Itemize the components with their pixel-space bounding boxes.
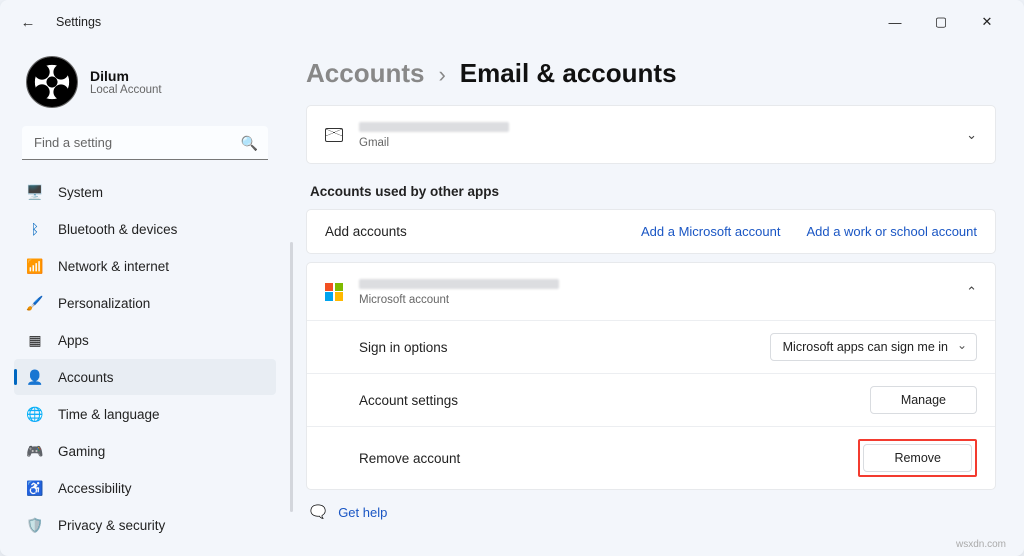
- nav-bluetooth[interactable]: ᛒ Bluetooth & devices: [14, 211, 276, 247]
- nav-label: Bluetooth & devices: [58, 222, 177, 237]
- nav-system[interactable]: 🖥️ System: [14, 174, 276, 210]
- account-settings-row: Account settings Manage: [307, 373, 995, 426]
- add-accounts-label: Add accounts: [325, 224, 407, 239]
- grid-icon: ▦: [26, 332, 44, 349]
- ms-account-card: Microsoft account ⌃ Sign in options Micr…: [306, 262, 996, 490]
- remove-label: Remove account: [359, 451, 460, 466]
- add-ms-account-link[interactable]: Add a Microsoft account: [641, 224, 780, 239]
- ms-account-header[interactable]: Microsoft account ⌃: [307, 263, 995, 320]
- avatar: [26, 56, 78, 108]
- chevron-down-icon: ⌄: [966, 127, 977, 143]
- main-panel: Accounts › Email & accounts Gmail ⌄ Acco…: [290, 44, 1024, 556]
- settings-label: Account settings: [359, 393, 458, 408]
- profile-block[interactable]: Dilum Local Account: [14, 52, 276, 122]
- maximize-button[interactable]: ▢: [918, 6, 964, 38]
- content: Dilum Local Account 🔍 🖥️ System ᛒ Bluetoot…: [0, 44, 1024, 556]
- remove-account-row: Remove account Remove: [307, 426, 995, 489]
- help-link[interactable]: Get help: [338, 505, 387, 520]
- chevron-up-icon: ⌃: [966, 284, 977, 300]
- signin-label: Sign in options: [359, 340, 448, 355]
- gmail-text: Gmail: [359, 120, 509, 149]
- nav-apps[interactable]: ▦ Apps: [14, 322, 276, 358]
- profile-text: Dilum Local Account: [90, 68, 162, 96]
- titlebar: ← Settings — ▢ ✕: [0, 0, 1024, 44]
- globe-icon: 🌐: [26, 406, 44, 423]
- ms-provider: Microsoft account: [359, 294, 559, 306]
- minimize-button[interactable]: —: [872, 6, 918, 38]
- manage-button[interactable]: Manage: [870, 386, 977, 414]
- nav-accounts[interactable]: 👤 Accounts: [14, 359, 276, 395]
- breadcrumb-parent[interactable]: Accounts: [306, 58, 424, 89]
- nav-label: Time & language: [58, 407, 160, 422]
- gamepad-icon: 🎮: [26, 443, 44, 460]
- breadcrumb-current: Email & accounts: [460, 58, 677, 89]
- mail-icon: [325, 128, 343, 142]
- nav-gaming[interactable]: 🎮 Gaming: [14, 433, 276, 469]
- search-icon: 🔍: [241, 135, 258, 152]
- watermark: wsxdn.com: [956, 539, 1006, 550]
- nav-personalization[interactable]: 🖌️ Personalization: [14, 285, 276, 321]
- help-row[interactable]: 🗨️ Get help: [310, 504, 996, 520]
- nav-accessibility[interactable]: ♿ Accessibility: [14, 470, 276, 506]
- nav-label: Accessibility: [58, 481, 132, 496]
- add-work-account-link[interactable]: Add a work or school account: [806, 224, 977, 239]
- section-other-apps: Accounts used by other apps: [310, 184, 996, 199]
- system-icon: 🖥️: [26, 184, 44, 201]
- breadcrumb: Accounts › Email & accounts: [306, 58, 996, 89]
- signin-options-row: Sign in options Microsoft apps can sign …: [307, 320, 995, 373]
- back-button[interactable]: ←: [14, 8, 42, 36]
- nav-label: Personalization: [58, 296, 150, 311]
- profile-name: Dilum: [90, 68, 162, 84]
- sidebar: Dilum Local Account 🔍 🖥️ System ᛒ Bluetoot…: [0, 44, 290, 556]
- remove-highlight: Remove: [858, 439, 977, 477]
- scroll-divider: [290, 242, 293, 512]
- close-button[interactable]: ✕: [964, 6, 1010, 38]
- profile-sub: Local Account: [90, 84, 162, 96]
- nav: 🖥️ System ᛒ Bluetooth & devices 📶 Network &…: [14, 174, 276, 543]
- accessibility-icon: ♿: [26, 480, 44, 497]
- nav-network[interactable]: 📶 Network & internet: [14, 248, 276, 284]
- wifi-icon: 📶: [26, 258, 44, 275]
- window-title: Settings: [56, 15, 101, 29]
- nav-privacy[interactable]: 🛡️ Privacy & security: [14, 507, 276, 543]
- signin-dropdown[interactable]: Microsoft apps can sign me in: [770, 333, 977, 361]
- ms-email-blurred: [359, 279, 559, 289]
- nav-label: Accounts: [58, 370, 114, 385]
- remove-button[interactable]: Remove: [863, 444, 972, 472]
- ms-account-text: Microsoft account: [359, 277, 559, 306]
- help-icon: 🗨️: [310, 504, 326, 520]
- shield-icon: 🛡️: [26, 517, 44, 534]
- bluetooth-icon: ᛒ: [26, 221, 44, 237]
- nav-label: Apps: [58, 333, 89, 348]
- settings-window: ← Settings — ▢ ✕ Dilum Local Account 🔍 🖥…: [0, 0, 1024, 556]
- person-icon: 👤: [26, 369, 44, 386]
- gmail-account-card[interactable]: Gmail ⌄: [306, 105, 996, 164]
- chevron-right-icon: ›: [438, 62, 445, 88]
- add-accounts-card: Add accounts Add a Microsoft account Add…: [306, 209, 996, 254]
- nav-label: Network & internet: [58, 259, 169, 274]
- gmail-email-blurred: [359, 122, 509, 132]
- nav-label: System: [58, 185, 103, 200]
- search-box[interactable]: 🔍: [22, 126, 268, 160]
- brush-icon: 🖌️: [26, 295, 44, 312]
- signin-value: Microsoft apps can sign me in: [783, 340, 948, 354]
- search-input[interactable]: [22, 126, 268, 160]
- nav-label: Privacy & security: [58, 518, 165, 533]
- nav-label: Gaming: [58, 444, 105, 459]
- gmail-provider: Gmail: [359, 137, 509, 149]
- window-controls: — ▢ ✕: [872, 6, 1010, 38]
- nav-time[interactable]: 🌐 Time & language: [14, 396, 276, 432]
- microsoft-logo-icon: [325, 283, 343, 301]
